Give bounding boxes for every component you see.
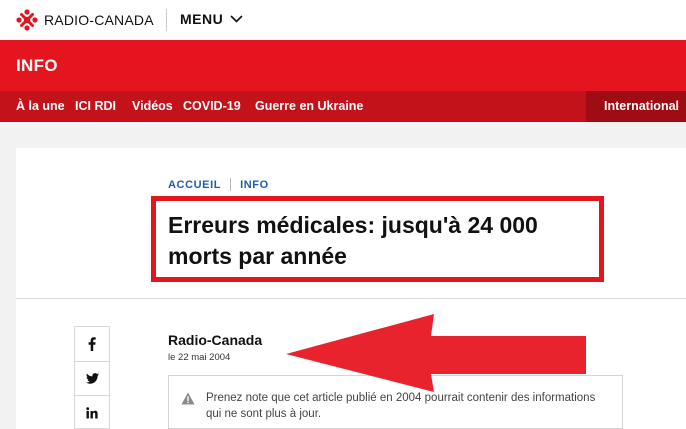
top-bar: RADIO-CANADA MENU <box>0 0 686 40</box>
nav-item-a-la-une[interactable]: À la une <box>16 99 65 113</box>
social-share-bar <box>74 326 110 429</box>
nav-item-covid-19[interactable]: COVID-19 <box>183 99 241 113</box>
topbar-divider <box>166 9 167 31</box>
section-title-link[interactable]: INFO <box>16 56 58 76</box>
nav-item-guerre-en-ukraine[interactable]: Guerre en Ukraine <box>255 99 363 113</box>
twitter-share-button[interactable] <box>75 361 109 395</box>
chevron-down-icon <box>230 15 243 23</box>
breadcrumb-section[interactable]: INFO <box>240 179 269 191</box>
red-arrow-annotation <box>286 314 586 392</box>
menu-button[interactable]: MENU <box>180 11 243 27</box>
article-date: le 22 mai 2004 <box>168 352 231 363</box>
facebook-share-button[interactable] <box>75 327 109 361</box>
section-header: INFO <box>0 40 686 91</box>
nav-international-label: International <box>604 99 680 113</box>
nav-item-videos[interactable]: Vidéos <box>132 99 173 113</box>
radio-canada-logo-icon <box>16 9 38 31</box>
nav-item-international[interactable]: International <box>586 91 686 122</box>
menu-label: MENU <box>180 11 224 27</box>
header-divider <box>16 298 686 299</box>
twitter-icon <box>85 373 99 384</box>
linkedin-share-button[interactable] <box>75 395 109 429</box>
notice-text: Prenez note que cet article publié en 20… <box>206 392 596 420</box>
headline-highlight-box: Erreurs médicales: jusqu'à 24 000 morts … <box>151 196 604 282</box>
radio-canada-logo[interactable]: RADIO-CANADA <box>16 9 154 31</box>
facebook-icon <box>88 337 96 351</box>
article-headline: Erreurs médicales: jusqu'à 24 000 morts … <box>168 212 538 269</box>
logo-text: RADIO-CANADA <box>44 12 154 28</box>
warning-icon <box>181 392 195 405</box>
linkedin-icon <box>86 406 98 418</box>
breadcrumb: ACCUEIL INFO <box>168 178 269 191</box>
nav-item-ici-rdi[interactable]: ICI RDI <box>75 99 116 113</box>
breadcrumb-separator <box>230 178 232 191</box>
section-nav: À la une ICI RDI Vidéos COVID-19 Guerre … <box>0 91 686 122</box>
article-author: Radio-Canada <box>168 332 263 348</box>
breadcrumb-home[interactable]: ACCUEIL <box>168 179 221 191</box>
